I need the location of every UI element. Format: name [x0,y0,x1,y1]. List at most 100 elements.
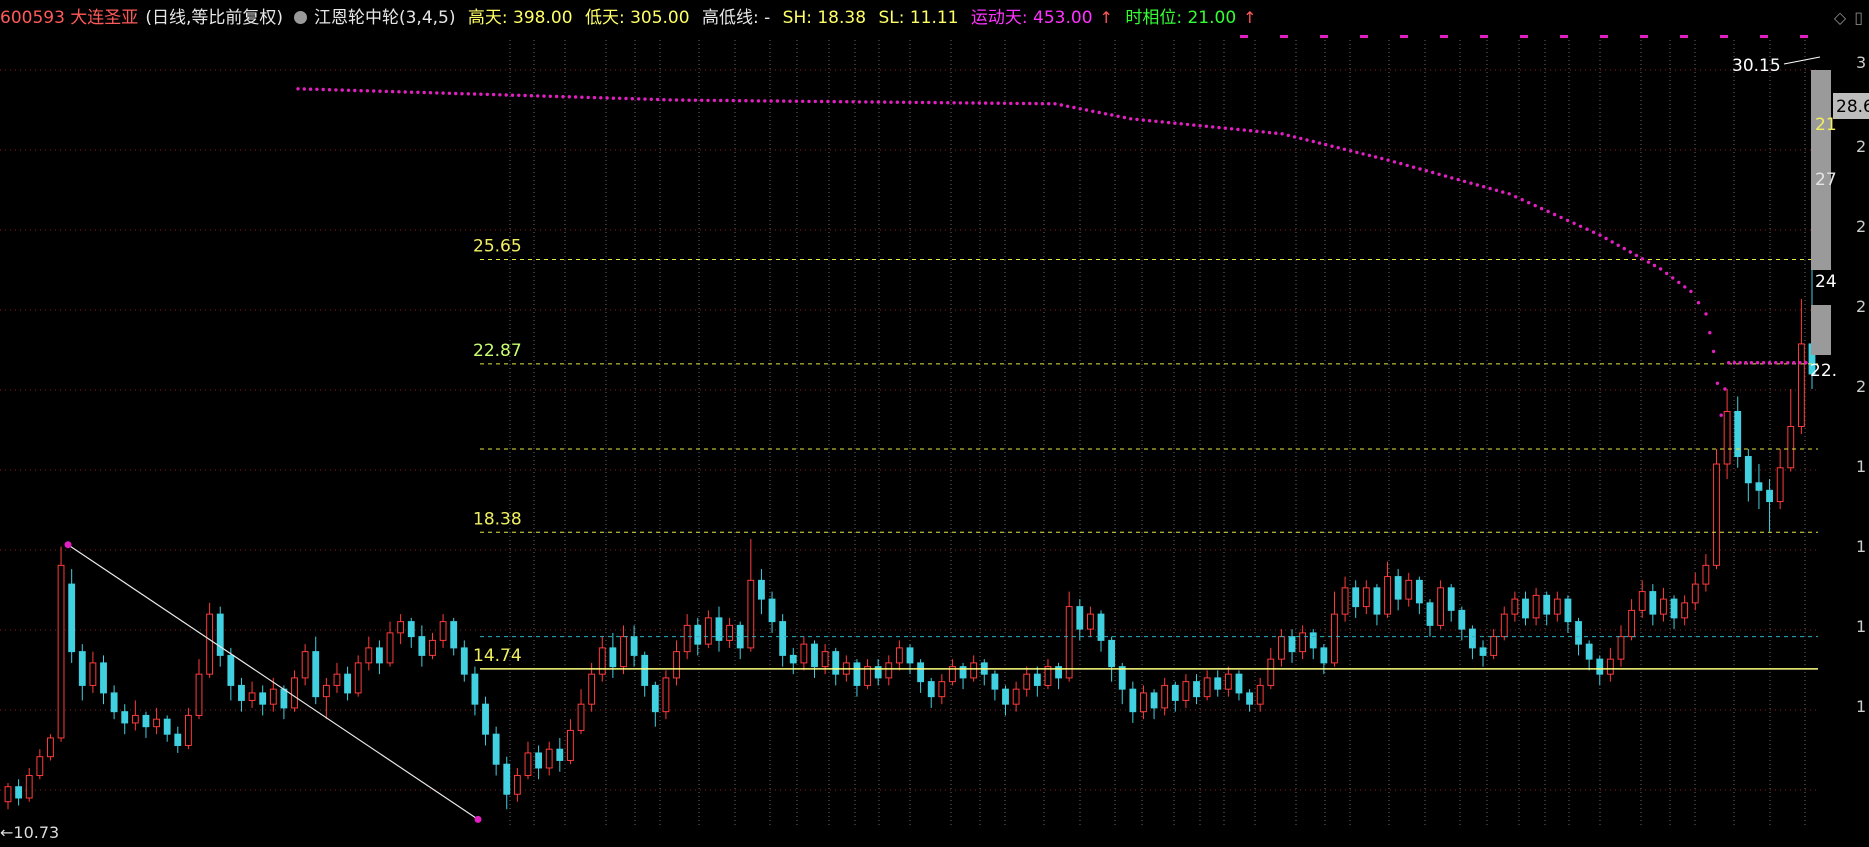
candle-body [1065,606,1073,679]
gann-point [1640,257,1645,261]
candle-body [1787,425,1795,469]
gann-point [1646,260,1651,264]
cycle-marker [1280,35,1288,38]
candle-body [121,711,129,724]
gann-point [737,99,742,103]
candle-body [1012,688,1020,705]
candle-body [811,643,818,668]
candle-body [1691,583,1699,604]
gann-point [498,93,502,97]
gann-point [1034,101,1038,106]
candle-body [301,651,309,679]
gann-point [1786,361,1790,365]
low-annotation: ←10.73 [0,823,60,842]
level-label: 25.65 [473,237,522,257]
candle-body [291,677,298,709]
gann-point [359,89,363,93]
gann-point [1330,144,1334,148]
candle-body [1129,688,1137,713]
candle-body [1246,692,1253,705]
gann-point [346,88,351,93]
price-chart[interactable]: 25.6522.8718.3814.7430.1528.6272422.2132… [0,0,1869,847]
gann-point [687,98,691,102]
candle-body [1713,463,1720,566]
gann-point [1658,267,1663,271]
gann-point [826,99,830,104]
candle-body [641,654,649,686]
candle-body [1033,673,1041,686]
gann-point [1336,146,1340,150]
cycle-marker [1720,35,1728,38]
cycle-marker [1680,35,1688,38]
gann-point [1727,361,1731,365]
candle-body [556,748,564,761]
gann-point [933,100,937,105]
candle-body [588,673,596,705]
gann-point [889,100,893,104]
candle-body [1606,658,1614,675]
gann-point [1367,153,1372,158]
candle-body [1224,673,1232,690]
gann-point [1475,183,1480,187]
gann-point [750,99,754,103]
candle-body [970,662,978,679]
candle-body [195,673,203,716]
gann-point [1198,124,1202,128]
gann-point [315,87,319,92]
gann-point [1450,176,1454,180]
gann-point [1217,125,1221,130]
gann-point [807,99,811,104]
cycle-marker [1480,35,1488,38]
gann-point [971,101,975,105]
candle-body [269,688,277,705]
gann-point [1261,130,1265,134]
gann-point [510,93,515,97]
candle-body [567,729,574,761]
gann-point [1002,101,1007,106]
candle-body [1734,410,1742,458]
gann-point [870,100,874,104]
high-annotation: 30.15 [1732,56,1781,76]
gann-point [580,95,584,99]
gann-point [1166,120,1171,125]
candle-body [821,651,829,668]
candle-body [1458,609,1466,630]
gann-point [416,90,420,95]
axis-tick: 2 [1856,137,1866,156]
candle-body [1002,688,1009,705]
cycle-marker [1800,35,1808,38]
candle-body [344,673,351,694]
gann-point [693,98,698,102]
candle-body [535,752,543,769]
gann-point [1103,112,1108,116]
level-label: 18.38 [473,509,522,529]
annotation-pointer [1783,56,1821,65]
gann-point [1598,233,1602,237]
gann-point [1122,115,1127,120]
gann-point [397,90,401,94]
gann-point [712,98,717,103]
gann-point [517,93,521,98]
candle-body [1564,598,1572,623]
candle-body [1490,636,1498,656]
candle-body [1309,632,1317,649]
candle-body [503,763,511,795]
candle-body [131,714,139,724]
gann-point [1185,122,1190,127]
axis-tick: 2 [1856,377,1866,396]
candle-body [1500,613,1508,638]
candle-body [1373,587,1381,615]
gann-point [504,93,508,97]
candle-body [333,673,341,686]
candle-body [1702,564,1710,585]
gann-point [857,100,862,104]
candle-body [1532,594,1540,619]
gann-point [1154,119,1158,124]
gann-point [1021,101,1026,106]
gann-point [744,99,748,103]
gann-point [1286,133,1291,138]
gann-point [1305,138,1309,142]
candle-body [1352,587,1360,608]
gann-point [788,99,792,103]
candle-body [895,647,903,664]
